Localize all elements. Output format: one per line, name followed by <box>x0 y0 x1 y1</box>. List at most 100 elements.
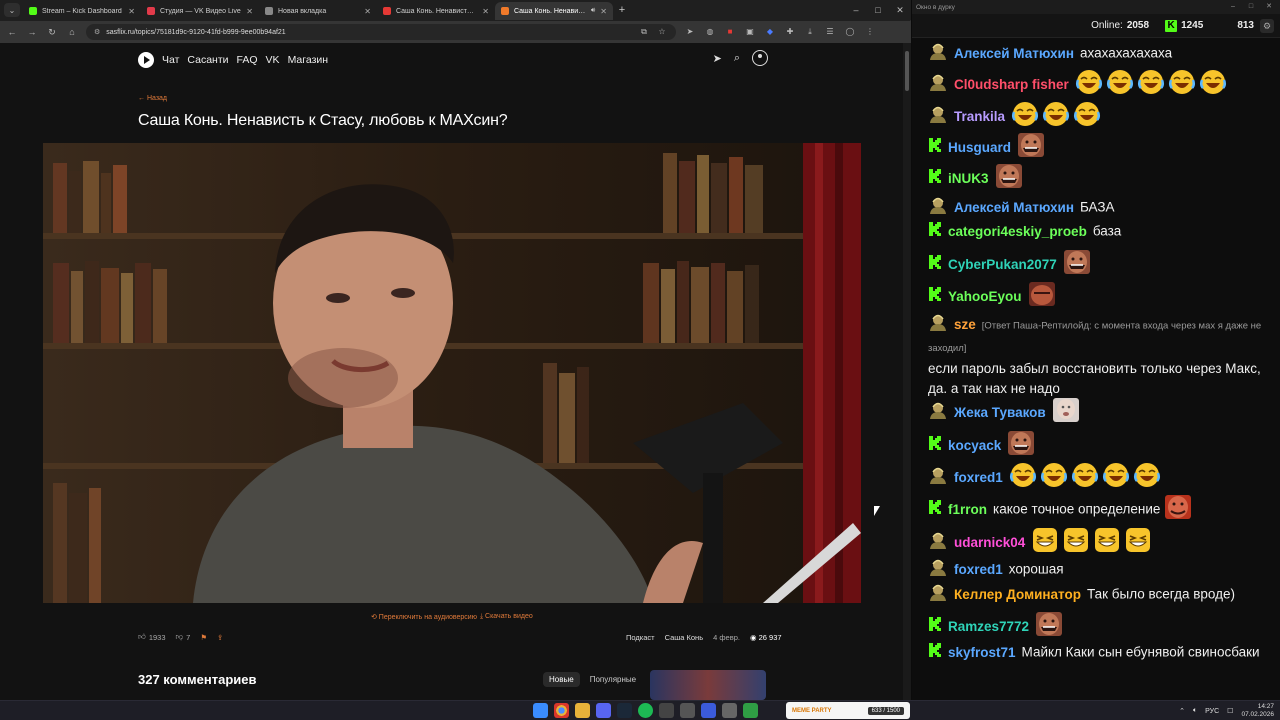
app-icon-2[interactable] <box>680 703 695 718</box>
extension-1-icon[interactable]: ◍ <box>704 26 716 38</box>
browser-tab[interactable]: Саша Конь. Ненависть к Стасу ✕ <box>377 2 495 20</box>
chat-username[interactable]: skyfrost71 <box>948 645 1016 660</box>
download-video-link[interactable]: ⤓ Скачать видео <box>480 613 533 621</box>
search-icon[interactable]: ⌕ <box>734 52 740 65</box>
browser-tab[interactable]: Студия — VK Видео Live ✕ <box>141 2 259 20</box>
app-icon-1[interactable] <box>659 703 674 718</box>
chat-username[interactable]: Trankila <box>954 109 1005 124</box>
back-arrow-icon[interactable]: ← <box>6 27 18 37</box>
chrome-icon[interactable] <box>554 703 569 718</box>
sort-new-tab[interactable]: Новые <box>543 672 580 687</box>
send-icon[interactable]: ➤ <box>713 52 722 65</box>
chat-username[interactable]: YahooEyou <box>948 289 1022 304</box>
close-tab-icon[interactable]: ✕ <box>600 7 607 16</box>
volume-icon[interactable]: 🔈︎ <box>1193 707 1197 715</box>
chat-username[interactable]: Cl0udsharp fisher <box>954 77 1069 92</box>
address-bar[interactable]: ⚙ sasflix.ru/topics/75181d9c-9120-41fd-b… <box>86 24 676 40</box>
chat-username[interactable]: sze <box>954 317 976 332</box>
chevron-up-icon[interactable]: ⌃ <box>1179 707 1185 715</box>
tag-author[interactable]: Саша Конь <box>665 633 704 642</box>
clock[interactable]: 14:27 07.02.2026 <box>1241 703 1274 719</box>
home-icon[interactable]: ⌂ <box>66 27 78 37</box>
maximize-button[interactable]: □ <box>867 0 889 20</box>
app-icon-5[interactable] <box>743 703 758 718</box>
chat-minimize-button[interactable]: – <box>1224 0 1242 14</box>
sort-popular-tab[interactable]: Популярные <box>584 672 642 687</box>
gear-icon[interactable]: ⚙ <box>1260 19 1274 33</box>
close-tab-icon[interactable]: ✕ <box>482 7 489 16</box>
scrollbar-thumb[interactable] <box>905 51 909 91</box>
chat-username[interactable]: Husguard <box>948 140 1011 155</box>
forward-arrow-icon[interactable]: → <box>26 27 38 37</box>
share-icon[interactable]: ➤ <box>684 26 696 38</box>
spotify-icon[interactable] <box>638 703 653 718</box>
bookmark-button[interactable]: ⚑ <box>200 633 207 642</box>
chat-username[interactable]: categori4eskiy_proeb <box>948 224 1087 239</box>
chat-maximize-button[interactable]: □ <box>1242 0 1260 14</box>
tab-search-button[interactable]: ⌄ <box>4 3 20 17</box>
meme-party-widget[interactable]: MEME PARTY 633 / 1500 <box>786 702 910 719</box>
steam-icon[interactable] <box>617 703 632 718</box>
back-link[interactable]: ← Назад <box>138 95 167 102</box>
extension-2-icon[interactable]: ■ <box>724 26 736 38</box>
nav-chat[interactable]: Чат <box>162 54 179 66</box>
network-icon[interactable]: ☐ <box>1227 707 1233 715</box>
start-button-icon[interactable] <box>533 703 548 718</box>
install-icon[interactable]: ⧉ <box>638 26 650 38</box>
chat-reply-quote[interactable]: [Ответ Паша-Рептилойд: с момента входа ч… <box>928 321 1261 354</box>
user-avatar-icon[interactable] <box>752 50 768 66</box>
extension-4-icon[interactable]: ◆ <box>764 26 776 38</box>
menu-icon[interactable]: ⋮ <box>864 26 876 38</box>
dislike-button[interactable]: 👎︎ 7 <box>176 632 191 642</box>
chat-close-button[interactable]: ✕ <box>1260 0 1278 14</box>
sidebar-icon[interactable]: ☰ <box>824 26 836 38</box>
page-scrollbar[interactable] <box>903 43 911 700</box>
reload-icon[interactable]: ↻ <box>46 27 58 38</box>
app-icon-4[interactable] <box>722 703 737 718</box>
language-indicator[interactable]: РУС <box>1205 708 1219 715</box>
chat-username[interactable]: CyberPukan2077 <box>948 257 1057 272</box>
chat-username[interactable]: f1rron <box>948 502 987 517</box>
extension-3-icon[interactable]: ▣ <box>744 26 756 38</box>
explorer-icon[interactable] <box>575 703 590 718</box>
discord-icon[interactable] <box>596 703 611 718</box>
switch-to-audio-link[interactable]: ⟲ Переключить на аудиоверсию <box>371 613 477 621</box>
chat-username[interactable]: Алексей Матюхин <box>954 200 1074 215</box>
video-player[interactable] <box>43 143 861 603</box>
nav-sasanti[interactable]: Сасанти <box>187 54 228 66</box>
close-window-button[interactable]: ✕ <box>889 0 911 20</box>
nav-faq[interactable]: FAQ <box>237 54 258 66</box>
extensions-puzzle-icon[interactable]: ✚ <box>784 26 796 38</box>
browser-tab[interactable]: Саша Конь. Ненависть к С 🔊︎ ✕ <box>495 2 613 20</box>
site-info-icon[interactable]: ⚙ <box>94 28 100 36</box>
browser-tab[interactable]: Новая вкладка ✕ <box>259 2 377 20</box>
chat-username[interactable]: udarnick04 <box>954 535 1025 550</box>
profile-icon[interactable]: ◯ <box>844 26 856 38</box>
bookmark-star-icon[interactable]: ☆ <box>656 26 668 38</box>
minimize-button[interactable]: – <box>845 0 867 20</box>
chat-username[interactable]: kocyack <box>948 438 1001 453</box>
app-icon-3[interactable] <box>701 703 716 718</box>
nav-vk[interactable]: VK <box>266 54 280 66</box>
chat-username[interactable]: Алексей Матюхин <box>954 46 1074 61</box>
tag-podcast[interactable]: Подкаст <box>626 633 655 642</box>
tab-audio-icon[interactable]: 🔊︎ <box>591 7 595 15</box>
new-tab-button[interactable]: + <box>613 4 631 16</box>
close-tab-icon[interactable]: ✕ <box>128 7 135 16</box>
close-tab-icon[interactable]: ✕ <box>364 7 371 16</box>
like-button[interactable]: 👍︎ 1933 <box>138 632 166 642</box>
chat-username[interactable]: foxred1 <box>954 470 1003 485</box>
nav-shop[interactable]: Магазин <box>288 54 329 66</box>
download-icon[interactable]: ⤓ <box>804 26 816 38</box>
chat-username[interactable]: Жека Туваков <box>954 405 1046 420</box>
promo-banner[interactable] <box>650 670 766 700</box>
site-logo-icon[interactable] <box>138 52 154 68</box>
chat-username[interactable]: Келлер Доминатор <box>954 587 1081 602</box>
browser-tab[interactable]: Stream – Kick Dashboard ✕ <box>23 2 141 20</box>
share-button[interactable]: ⇪ <box>217 633 223 642</box>
chat-username[interactable]: iNUK3 <box>948 171 989 186</box>
chat-username[interactable]: Ramzes7772 <box>948 619 1029 634</box>
laugh-emote-icon <box>1073 101 1101 133</box>
close-tab-icon[interactable]: ✕ <box>246 7 253 16</box>
chat-username[interactable]: foxred1 <box>954 562 1003 577</box>
